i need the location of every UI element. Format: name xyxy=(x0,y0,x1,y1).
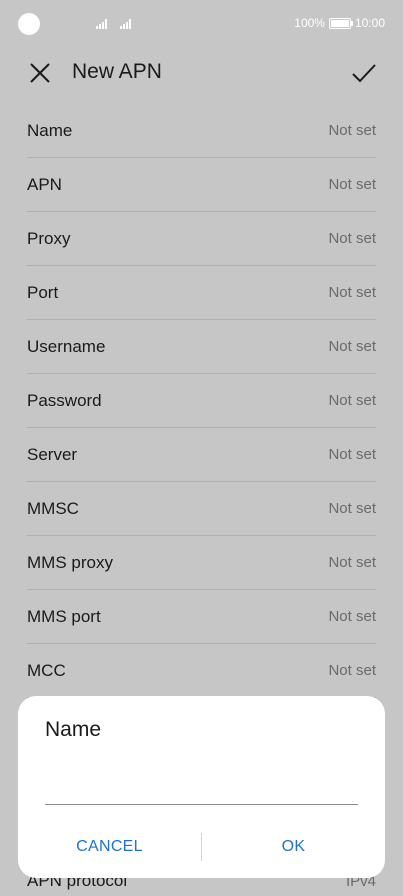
dialog-actions: CANCEL OK xyxy=(18,824,385,870)
cancel-button[interactable]: CANCEL xyxy=(18,838,201,856)
page-title: New APN xyxy=(72,60,162,83)
setting-row-password[interactable]: Password Not set xyxy=(27,374,376,428)
ok-button[interactable]: OK xyxy=(202,838,385,856)
clock: 10:00 xyxy=(354,16,385,30)
setting-label: MMS port xyxy=(27,606,101,626)
setting-label: Port xyxy=(27,282,59,302)
setting-value: Not set xyxy=(328,446,376,463)
setting-label: MMSC xyxy=(27,498,79,518)
setting-label: APN xyxy=(27,174,62,194)
setting-row-mms-proxy[interactable]: MMS proxy Not set xyxy=(27,536,376,590)
setting-value: Not set xyxy=(328,500,376,517)
setting-row-mmsc[interactable]: MMSC Not set xyxy=(27,482,376,536)
battery-icon xyxy=(328,17,353,29)
setting-value: Not set xyxy=(328,608,376,625)
status-bar: 100% 10:00 xyxy=(0,0,403,48)
status-right: 100% 10:00 xyxy=(294,16,385,30)
setting-row-port[interactable]: Port Not set xyxy=(27,266,376,320)
setting-value: Not set xyxy=(328,122,376,139)
setting-value: Not set xyxy=(328,230,376,247)
setting-value: Not set xyxy=(328,176,376,193)
setting-row-apn[interactable]: APN Not set xyxy=(27,158,376,212)
dialog-title: Name xyxy=(45,718,102,741)
setting-value: Not set xyxy=(328,392,376,409)
battery-percent: 100% xyxy=(294,16,325,30)
close-icon[interactable] xyxy=(28,61,52,85)
setting-label: Name xyxy=(27,120,73,140)
setting-value: Not set xyxy=(328,284,376,301)
settings-list: Name Not set APN Not set Proxy Not set P… xyxy=(27,104,376,698)
setting-label: Proxy xyxy=(27,228,71,248)
setting-row-mms-port[interactable]: MMS port Not set xyxy=(27,590,376,644)
name-input[interactable] xyxy=(45,766,358,805)
setting-value: Not set xyxy=(328,554,376,571)
setting-value: Not set xyxy=(328,662,376,679)
app-header: New APN xyxy=(0,48,403,98)
setting-row-proxy[interactable]: Proxy Not set xyxy=(27,212,376,266)
setting-row-name[interactable]: Name Not set xyxy=(27,104,376,158)
setting-row-username[interactable]: Username Not set xyxy=(27,320,376,374)
setting-label: MCC xyxy=(27,660,66,680)
setting-value: Not set xyxy=(328,338,376,355)
setting-label: Username xyxy=(27,336,106,356)
setting-label: Server xyxy=(27,444,78,464)
signal-icon xyxy=(96,19,107,29)
name-dialog: Name CANCEL OK xyxy=(18,696,385,878)
setting-label: Password xyxy=(27,390,102,410)
setting-row-mcc[interactable]: MCC Not set xyxy=(27,644,376,698)
setting-row-server[interactable]: Server Not set xyxy=(27,428,376,482)
camera-cutout xyxy=(18,13,40,35)
signal-icon xyxy=(120,19,131,29)
checkmark-icon[interactable] xyxy=(351,60,377,86)
setting-label: MMS proxy xyxy=(27,552,113,572)
